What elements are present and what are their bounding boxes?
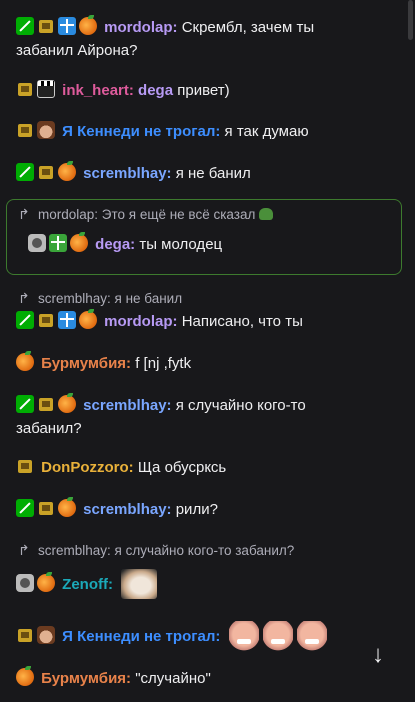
moderator-badge-icon: [16, 499, 34, 517]
reply-context[interactable]: ↱ scremblhay: я случайно кого-то забанил?: [18, 540, 294, 561]
reply-arrow-icon: ↱: [18, 290, 30, 306]
vip-badge-icon: [16, 626, 34, 644]
message-text: забанил Айрона?: [16, 42, 138, 59]
chat-message[interactable]: dega: ты молодец: [28, 232, 396, 256]
clapperboard-badge-icon: [37, 80, 55, 98]
face-emote-icon[interactable]: [262, 621, 293, 651]
moderator-badge-icon: [16, 163, 34, 181]
chat-message[interactable]: Я Кеннеди не трогал:: [16, 621, 396, 651]
username[interactable]: Zenoff:: [62, 576, 113, 593]
dog-emote-icon[interactable]: [121, 569, 158, 599]
username[interactable]: DonPozzoro:: [41, 459, 133, 476]
message-text: рили?: [175, 501, 218, 518]
chat-message[interactable]: scremblhay: рили?: [16, 497, 396, 521]
orange-badge-icon: [58, 497, 76, 517]
message-text: f [nj ,fytk: [135, 355, 192, 372]
username[interactable]: Я Кеннеди не трогал:: [62, 123, 220, 140]
gift-badge-icon: [58, 311, 76, 329]
orange-badge-icon: [70, 232, 88, 252]
message-text: я не банил: [175, 165, 251, 182]
message-text: Ща обусркcь: [137, 459, 227, 476]
cowboy-badge-icon: [37, 626, 55, 644]
gift-badge-icon: [58, 17, 76, 35]
vip-badge-icon: [37, 499, 55, 517]
chat-message[interactable]: DonPozzoro: Ща обусркcь: [16, 456, 396, 479]
orange-badge-icon: [79, 309, 97, 329]
username[interactable]: mordolap:: [104, 19, 177, 36]
vip-badge-icon: [37, 17, 55, 35]
message-text: забанил?: [16, 420, 82, 437]
pepe-emote-icon: [259, 208, 274, 220]
vip-badge-icon: [16, 457, 34, 475]
chat-message[interactable]: Я Кеннеди не трогал: я так думаю: [16, 120, 396, 143]
message-text: ты молодец: [139, 236, 223, 253]
chat-message[interactable]: Zenoff:: [16, 569, 396, 599]
orange-badge-icon: [79, 15, 97, 35]
scrollbar[interactable]: [408, 0, 413, 40]
message-text: привет): [177, 82, 230, 99]
username[interactable]: Бурмумбия:: [41, 355, 131, 372]
message-text: Скрембл, зачем ты: [181, 19, 315, 36]
vip-badge-icon: [37, 311, 55, 329]
face-emote-icon[interactable]: [296, 621, 327, 651]
chat-feed: mordolap: Скрембл, зачем ты забанил Айро…: [0, 0, 404, 702]
chat-message[interactable]: scremblhay: я не банил: [16, 161, 396, 185]
username[interactable]: ink_heart:: [62, 82, 134, 99]
moderator-badge-icon: [16, 395, 34, 413]
chat-message[interactable]: ink_heart: dega привет): [16, 79, 396, 102]
reply-text: mordolap: Это я ещё не всё сказал: [38, 207, 256, 222]
username[interactable]: mordolap:: [104, 313, 177, 330]
username[interactable]: Я Кеннеди не трогал:: [62, 628, 220, 645]
founder-badge-icon: [28, 234, 46, 252]
message-text: Написано, что ты: [181, 313, 303, 330]
message-text: "случайно": [135, 670, 211, 687]
vip-badge-icon: [16, 121, 34, 139]
username[interactable]: scremblhay:: [83, 397, 171, 414]
username[interactable]: scremblhay:: [83, 165, 171, 182]
chat-message[interactable]: mordolap: Скрембл, зачем ты забанил Айро…: [16, 15, 396, 62]
orange-badge-icon: [16, 351, 34, 371]
reply-text: scremblhay: я случайно кого-то забанил?: [38, 543, 295, 558]
vip-badge-icon: [37, 163, 55, 181]
moderator-badge-icon: [16, 17, 34, 35]
reply-context[interactable]: ↱ mordolap: Это я ещё не всё сказал: [18, 204, 274, 225]
chat-message[interactable]: Бурмумбия: "случайно": [16, 666, 396, 690]
chat-message[interactable]: Бурмумбия: f [nj ,fytk: [16, 351, 396, 375]
message-text: я так думаю: [224, 123, 309, 140]
vip-badge-icon: [37, 395, 55, 413]
founder-badge-icon: [16, 574, 34, 592]
face-emote-icon[interactable]: [228, 621, 259, 651]
arrow-down-icon[interactable]: ↓: [364, 640, 392, 670]
reply-arrow-icon: ↱: [18, 206, 30, 222]
message-text: я случайно кого-то: [175, 397, 306, 414]
reply-arrow-icon: ↱: [18, 542, 30, 558]
cowboy-badge-icon: [37, 121, 55, 139]
username[interactable]: dega:: [95, 236, 135, 253]
gift-badge-icon: [49, 234, 67, 252]
moderator-badge-icon: [16, 311, 34, 329]
orange-badge-icon: [58, 161, 76, 181]
username[interactable]: scremblhay:: [83, 501, 171, 518]
chat-message[interactable]: mordolap: Написано, что ты: [16, 309, 396, 333]
reply-context[interactable]: ↱ scremblhay: я не банил: [18, 288, 182, 309]
reply-text: scremblhay: я не банил: [38, 291, 183, 306]
vip-badge-icon: [16, 80, 34, 98]
mention[interactable]: dega: [138, 82, 173, 99]
orange-badge-icon: [58, 393, 76, 413]
orange-badge-icon: [37, 572, 55, 592]
orange-badge-icon: [16, 666, 34, 686]
chat-message[interactable]: scremblhay: я случайно кого-то забанил?: [16, 393, 396, 440]
username[interactable]: Бурмумбия:: [41, 670, 131, 687]
